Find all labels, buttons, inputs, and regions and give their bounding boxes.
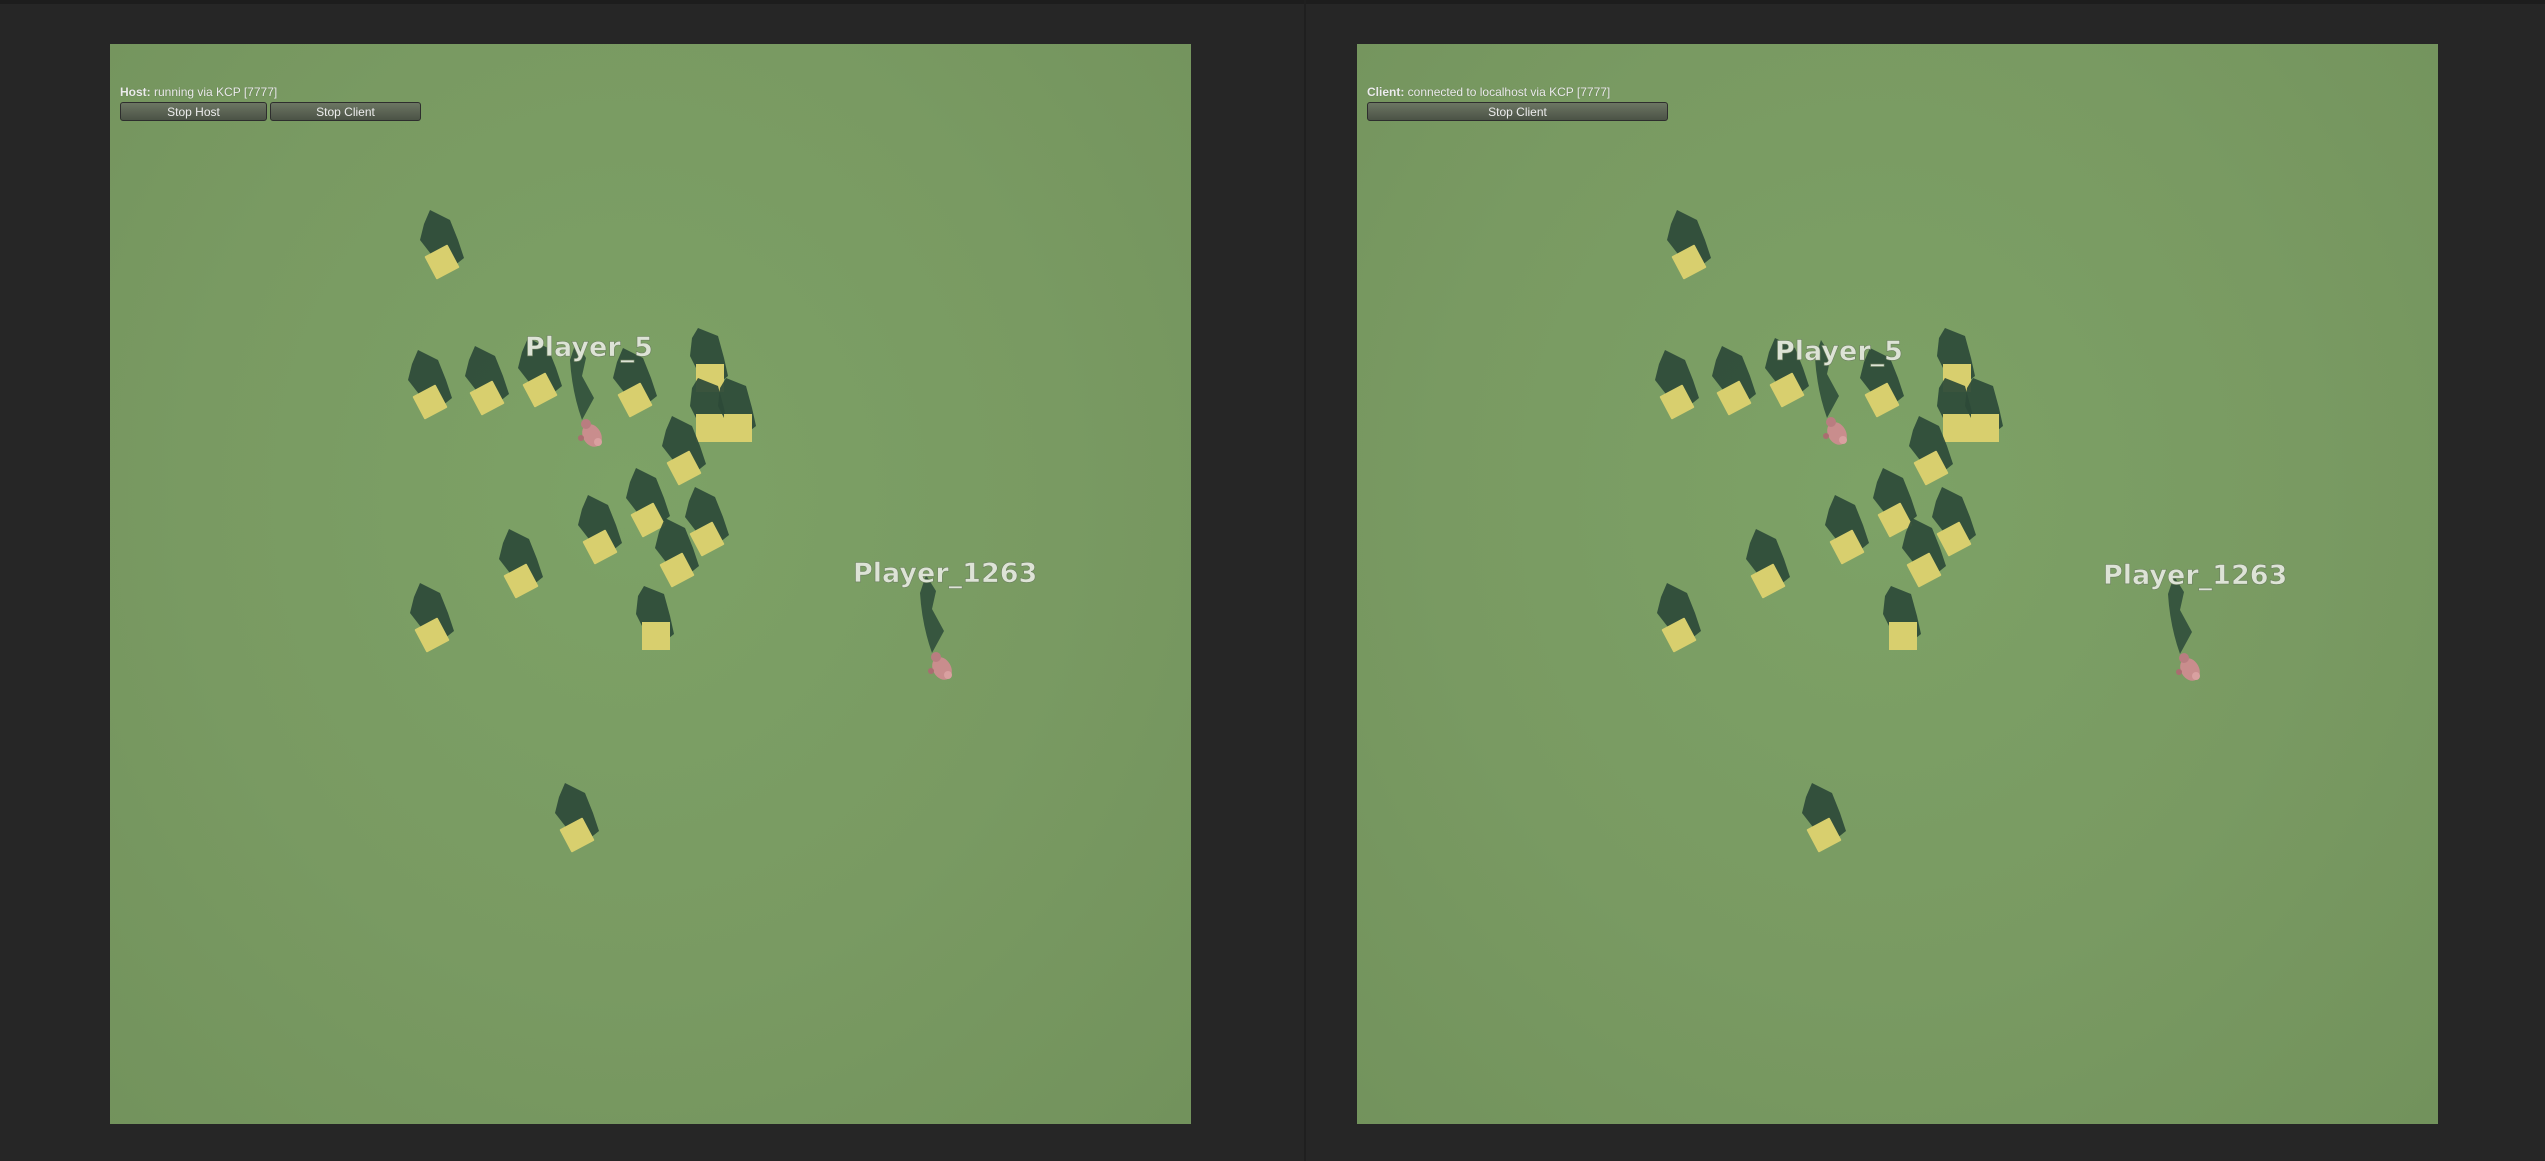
cube — [655, 518, 699, 588]
cube — [465, 346, 509, 416]
player-name-label: Player_5 — [1775, 336, 1903, 367]
cube — [410, 583, 454, 653]
cube — [636, 586, 674, 650]
network-status: Host: running via KCP [7777] — [120, 85, 421, 99]
cube — [1746, 529, 1790, 599]
split-divider — [1304, 0, 1306, 1161]
window-top-strip — [0, 0, 2545, 4]
status-role: Client: — [1367, 85, 1405, 99]
stop-client-button[interactable]: Stop Client — [270, 102, 421, 121]
cube — [499, 529, 543, 599]
status-text: connected to localhost via KCP [7777] — [1404, 85, 1611, 99]
hud-buttons: Stop Client — [1367, 102, 1668, 121]
cube — [1655, 350, 1699, 420]
status-role: Host: — [120, 85, 151, 99]
network-status: Client: connected to localhost via KCP [… — [1367, 85, 1668, 99]
client-scene: Player_5 Player_1263 — [1655, 210, 2288, 853]
stop-host-button[interactable]: Stop Host — [120, 102, 267, 121]
cube — [1667, 210, 1711, 280]
stop-client-button[interactable]: Stop Client — [1367, 102, 1668, 121]
status-text: running via KCP [7777] — [150, 85, 278, 99]
player-name-label: Player_1263 — [853, 558, 1037, 589]
host-game-view[interactable]: Player_5 Player_1263 Host: running via K… — [110, 44, 1191, 1124]
network-hud: Host: running via KCP [7777] Stop Host S… — [120, 85, 421, 121]
cube — [1902, 518, 1946, 588]
cube — [1883, 586, 1921, 650]
player-name-label: Player_5 — [525, 332, 653, 363]
cube — [578, 495, 622, 565]
cube — [1712, 346, 1756, 416]
cube — [420, 210, 464, 280]
hud-buttons: Stop Host Stop Client — [120, 102, 421, 121]
cube — [555, 783, 599, 853]
player-avatar — [920, 575, 956, 684]
player-avatar — [2168, 576, 2204, 685]
cube — [1802, 783, 1846, 853]
host-scene: Player_5 Player_1263 — [408, 210, 1038, 853]
cube — [1657, 583, 1701, 653]
client-game-view[interactable]: Player_5 Player_1263 Client: connected t… — [1357, 44, 2438, 1124]
player-name-label: Player_1263 — [2103, 560, 2287, 591]
network-hud: Client: connected to localhost via KCP [… — [1367, 85, 1668, 121]
cube — [1825, 495, 1869, 565]
cube — [408, 350, 452, 420]
